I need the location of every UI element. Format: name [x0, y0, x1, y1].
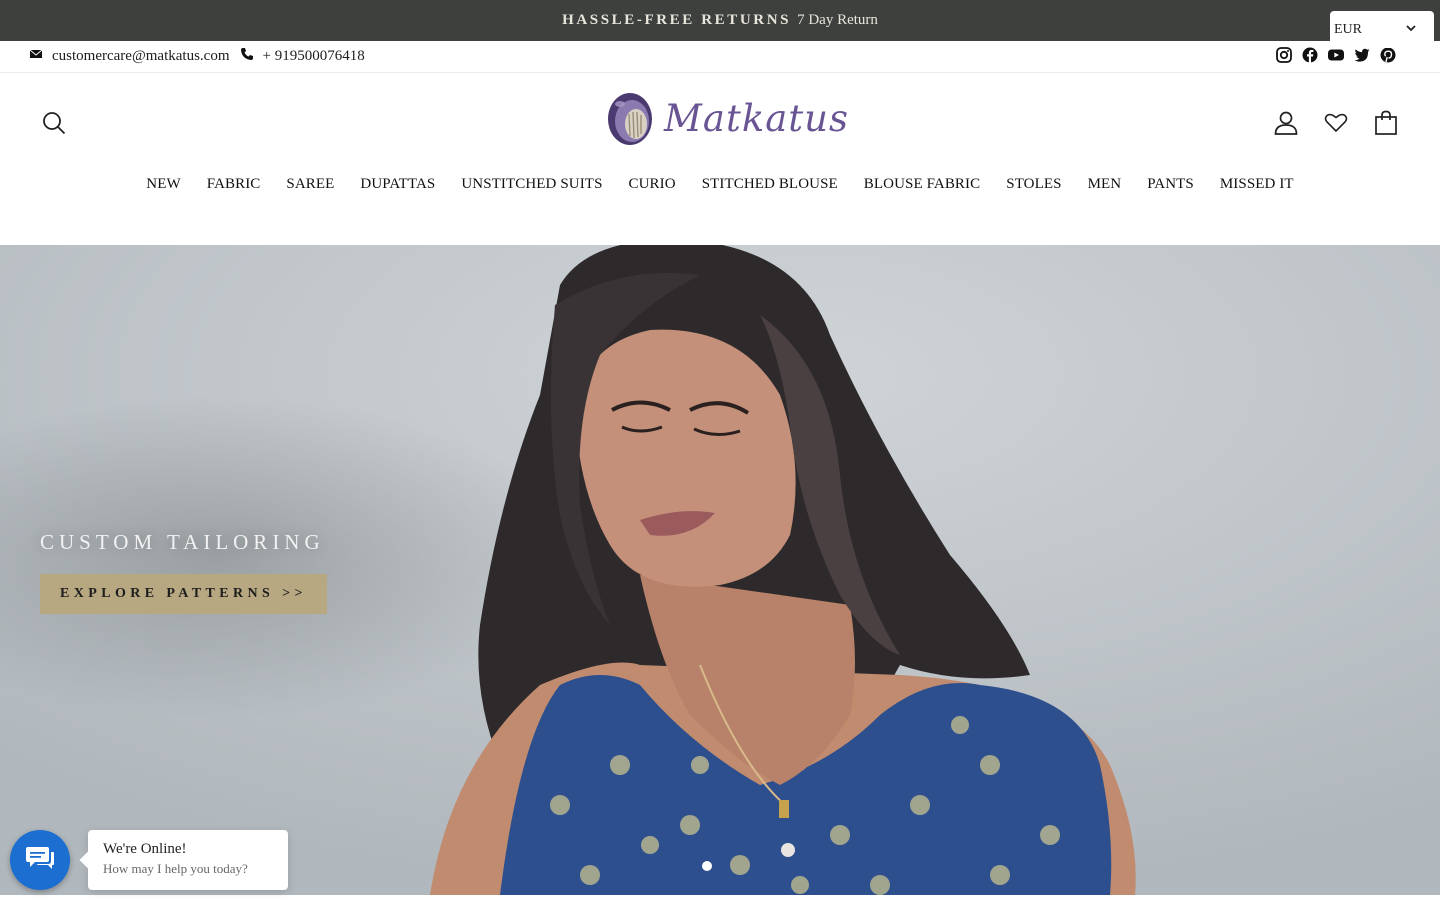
email-text: customercare@matkatus.com	[52, 48, 230, 64]
nav-item-new[interactable]: NEW	[133, 176, 193, 193]
wishlist-heart-icon[interactable]	[1324, 110, 1348, 136]
currency-value: EUR	[1334, 21, 1362, 37]
slide-indicator-dot[interactable]	[702, 861, 712, 871]
nav-item-blouse-fabric[interactable]: BLOUSE FABRIC	[851, 176, 993, 193]
instagram-icon[interactable]	[1276, 47, 1292, 63]
phone-link[interactable]: + 919500076418	[240, 48, 365, 65]
nav-item-pants[interactable]: PANTS	[1134, 176, 1207, 193]
brand-logo[interactable]: Matkatus	[606, 87, 850, 149]
announcement-bar: HASSLE-FREE RETURNS 7 Day Return	[0, 0, 1440, 41]
pinterest-icon[interactable]	[1380, 47, 1396, 63]
search-icon[interactable]	[42, 111, 66, 135]
currency-selector[interactable]: EUR	[1330, 11, 1434, 48]
logo-mark-icon	[608, 93, 652, 145]
cart-bag-icon[interactable]	[1374, 110, 1398, 136]
main-navigation: NEW FABRIC SAREE DUPATTAS UNSTITCHED SUI…	[0, 176, 1440, 193]
site-header: Matkatus NEW FABRIC SAREE DUPATTAS UNSTI…	[0, 73, 1440, 245]
account-icon[interactable]	[1274, 110, 1298, 136]
phone-text: + 919500076418	[262, 48, 365, 64]
explore-patterns-button[interactable]: EXPLORE PATTERNS >>	[40, 574, 327, 614]
chat-subtitle: How may I help you today?	[103, 861, 248, 876]
twitter-icon[interactable]	[1354, 47, 1370, 63]
nav-item-stoles[interactable]: STOLES	[993, 176, 1074, 193]
hero-title: CUSTOM TAILORING	[40, 530, 325, 554]
nav-item-unstitched-suits[interactable]: UNSTITCHED SUITS	[448, 176, 615, 193]
chat-launcher-button[interactable]	[10, 830, 70, 890]
chat-icon	[25, 845, 55, 876]
hero-content: CUSTOM TAILORING EXPLORE PATTERNS >>	[40, 530, 327, 614]
nav-item-fabric[interactable]: FABRIC	[194, 176, 274, 193]
phone-icon	[240, 48, 263, 65]
nav-item-saree[interactable]: SAREE	[273, 176, 347, 193]
hero-banner[interactable]: CUSTOM TAILORING EXPLORE PATTERNS >>	[0, 245, 1440, 895]
mail-icon	[29, 48, 52, 65]
social-links	[1276, 47, 1396, 63]
nav-item-dupattas[interactable]: DUPATTAS	[347, 176, 448, 193]
facebook-icon[interactable]	[1302, 47, 1318, 63]
email-link[interactable]: customercare@matkatus.com	[29, 48, 230, 65]
youtube-icon[interactable]	[1328, 47, 1344, 63]
header-actions	[1274, 110, 1398, 136]
nav-item-curio[interactable]: CURIO	[616, 176, 689, 193]
brand-name: Matkatus	[664, 96, 849, 140]
chevron-down-icon	[1406, 22, 1416, 38]
nav-item-men[interactable]: MEN	[1075, 176, 1135, 193]
chat-greeting-bubble[interactable]: We're Online! How may I help you today?	[88, 830, 288, 890]
chat-title: We're Online!	[103, 841, 187, 857]
announcement-strong: HASSLE-FREE RETURNS	[562, 12, 792, 28]
nav-item-missed-it[interactable]: MISSED IT	[1207, 176, 1307, 193]
nav-item-stitched-blouse[interactable]: STITCHED BLOUSE	[689, 176, 851, 193]
contact-strip: customercare@matkatus.com + 919500076418	[0, 41, 1440, 73]
announcement-text: 7 Day Return	[797, 12, 878, 28]
